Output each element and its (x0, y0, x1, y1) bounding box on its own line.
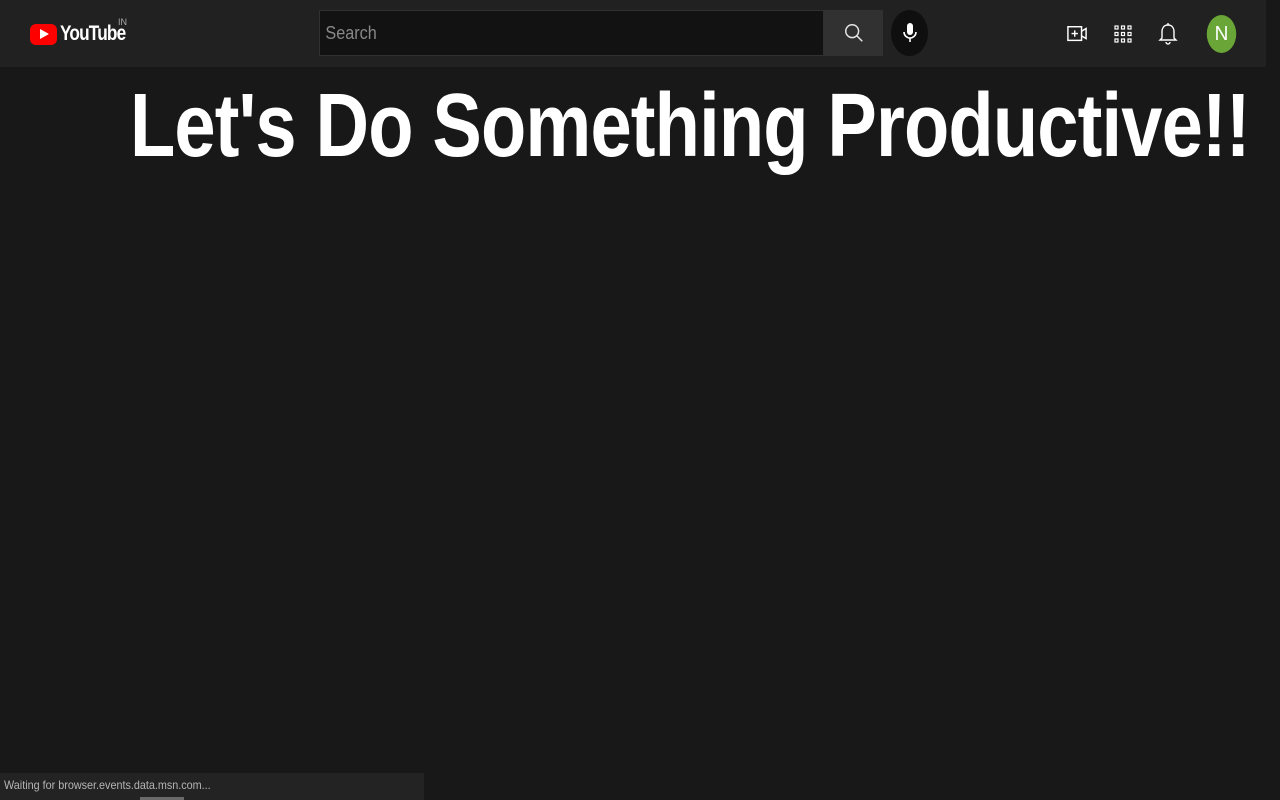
search-input[interactable] (320, 11, 773, 55)
bell-icon (1158, 23, 1178, 45)
youtube-play-icon (30, 23, 57, 45)
apps-grid-icon (1114, 25, 1132, 43)
logo-text: YouTube (60, 22, 126, 45)
apps-button[interactable] (1107, 18, 1139, 50)
avatar-letter: N (1214, 22, 1229, 45)
masthead: YouTube IN Search N (0, 0, 1266, 67)
voice-search-button[interactable] (891, 10, 928, 56)
region-code: IN (118, 17, 127, 27)
video-plus-icon (1067, 26, 1087, 42)
browser-status-bar: Waiting for browser.events.data.msn.com.… (0, 773, 424, 800)
search-box (319, 10, 824, 56)
mic-icon (902, 23, 917, 42)
notifications-button[interactable] (1152, 18, 1184, 50)
status-text: Waiting for browser.events.data.msn.com.… (4, 778, 211, 792)
search-icon (844, 24, 863, 42)
create-button[interactable] (1061, 18, 1093, 50)
page-headline: Let's Do Something Productive!! (130, 76, 1251, 176)
search-button[interactable] (824, 10, 883, 56)
avatar[interactable]: N (1206, 15, 1237, 53)
